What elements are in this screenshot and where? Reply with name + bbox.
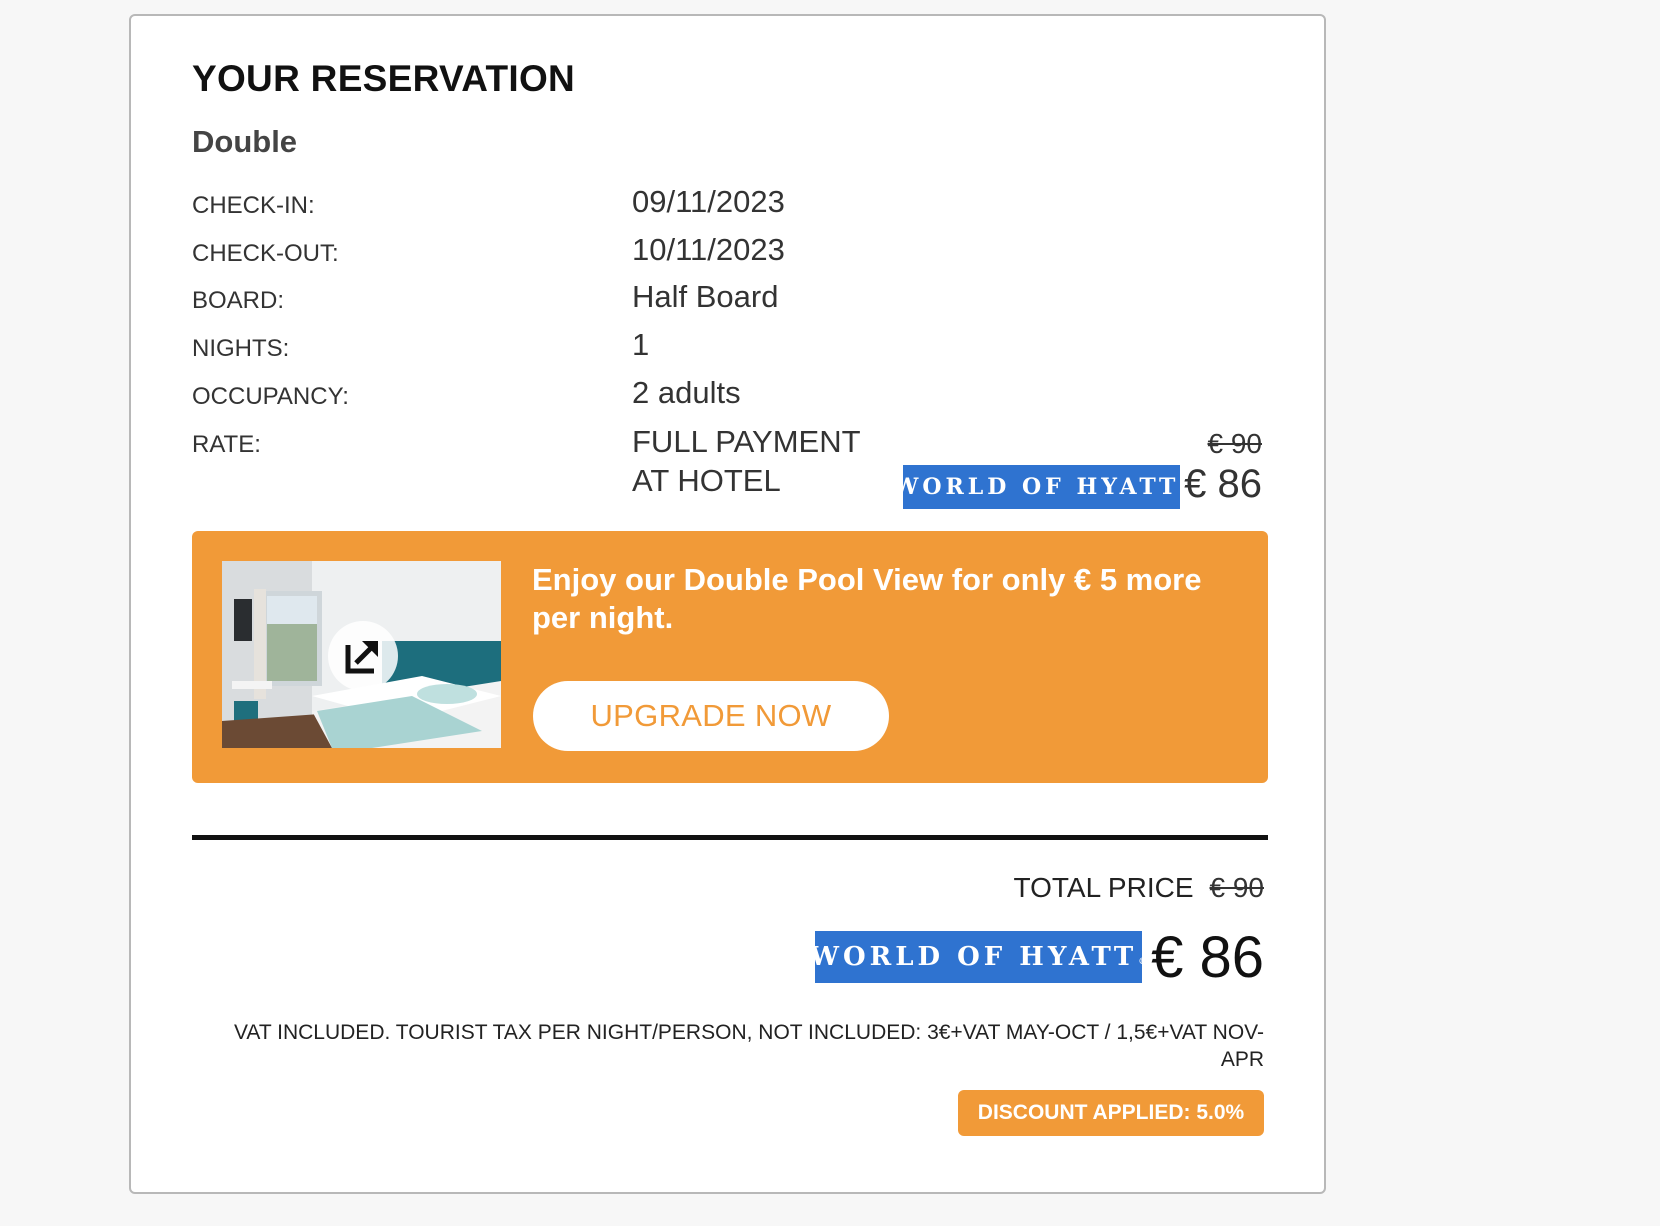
hyatt-logo-text: WORLD OF HYATT <box>809 942 1138 972</box>
reservation-title: YOUR RESERVATION <box>192 58 576 99</box>
room-photo[interactable] <box>222 561 501 748</box>
detail-label: NIGHTS: <box>192 335 290 362</box>
rate-value: FULL PAYMENT AT HOTEL <box>632 422 861 500</box>
reservation-card: YOUR RESERVATION Double CHECK-IN: 09/11/… <box>129 14 1326 1194</box>
discount-badge: DISCOUNT APPLIED: 5.0% <box>958 1090 1264 1136</box>
upgrade-now-button[interactable]: UPGRADE NOW <box>533 681 889 751</box>
expand-icon[interactable] <box>328 621 398 691</box>
detail-value: 10/11/2023 <box>632 232 785 267</box>
total-price-row: TOTAL PRICE € 90 <box>1014 872 1264 904</box>
detail-value: Half Board <box>632 279 779 314</box>
rate-member-price: € 86 <box>1184 462 1262 506</box>
rate-value-line: AT HOTEL <box>632 463 781 498</box>
expand-icon-glyph <box>345 641 378 674</box>
total-price-label: TOTAL PRICE <box>1013 872 1194 903</box>
detail-label: OCCUPANCY: <box>192 383 349 410</box>
detail-value: 09/11/2023 <box>632 184 785 219</box>
detail-label: BOARD: <box>192 287 285 314</box>
upgrade-offer-text: Enjoy our Double Pool View for only € 5 … <box>532 562 1202 635</box>
upgrade-offer-banner: Enjoy our Double Pool View for only € 5 … <box>192 531 1268 783</box>
total-member-price: € 86 <box>1151 925 1264 990</box>
vat-note: VAT INCLUDED. TOURIST TAX PER NIGHT/PERS… <box>233 1021 1264 1071</box>
world-of-hyatt-logo: WORLD OF HYATT ® <box>810 931 1147 983</box>
detail-value: 1 <box>632 327 650 362</box>
detail-label: RATE: <box>192 431 261 458</box>
room-name: Double <box>192 124 298 159</box>
hyatt-logo-text: WORLD OF HYATT <box>893 474 1180 500</box>
rate-old-price: € 90 <box>1207 428 1263 459</box>
registered-mark: ® <box>1138 957 1148 967</box>
detail-label: CHECK-IN: <box>192 192 315 219</box>
detail-value: 2 adults <box>632 375 741 410</box>
world-of-hyatt-logo: WORLD OF HYATT ® <box>894 465 1189 509</box>
rate-value-line: FULL PAYMENT <box>632 424 861 459</box>
section-divider <box>192 835 1268 840</box>
detail-label: CHECK-OUT: <box>192 240 339 267</box>
total-old-price: € 90 <box>1209 872 1265 903</box>
